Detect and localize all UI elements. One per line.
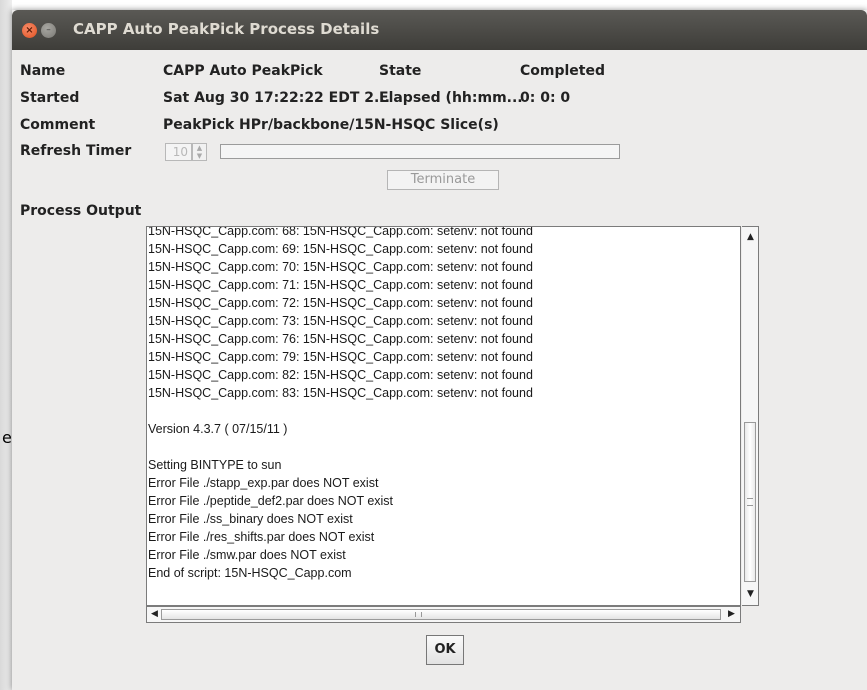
comment-label: Comment — [20, 117, 96, 133]
grip-icon — [747, 498, 753, 506]
horizontal-scroll-thumb[interactable] — [161, 609, 721, 620]
window-title: CAPP Auto PeakPick Process Details — [73, 20, 380, 38]
minimize-icon[interactable]: – — [41, 23, 56, 38]
spinner-buttons[interactable]: ▲ ▼ — [192, 143, 207, 161]
started-label: Started — [20, 90, 80, 106]
process-output-textarea[interactable]: 15N-HSQC_Capp.com: 68: 15N-HSQC_Capp.com… — [146, 226, 741, 606]
terminate-button[interactable]: Terminate — [387, 170, 499, 190]
refresh-progress-bar — [220, 144, 620, 159]
process-output-text: 15N-HSQC_Capp.com: 68: 15N-HSQC_Capp.com… — [148, 226, 533, 580]
name-value: CAPP Auto PeakPick — [163, 63, 323, 79]
comment-value: PeakPick HPr/backbone/15N-HSQC Slice(s) — [163, 117, 499, 133]
ok-button[interactable]: OK — [426, 635, 464, 665]
process-output-label: Process Output — [20, 203, 142, 219]
refresh-timer-spinner[interactable]: 10 — [165, 143, 192, 161]
scroll-left-icon[interactable]: ◀ — [147, 607, 162, 621]
vertical-scrollbar[interactable]: ▲ ▼ — [742, 226, 759, 606]
spinner-down-icon[interactable]: ▼ — [193, 152, 206, 160]
process-details-dialog: × – CAPP Auto PeakPick Process Details N… — [12, 10, 867, 690]
vertical-scroll-thumb[interactable] — [744, 422, 756, 582]
refresh-timer-label: Refresh Timer — [20, 143, 132, 159]
title-bar[interactable]: × – CAPP Auto PeakPick Process Details — [12, 10, 867, 50]
close-icon[interactable]: × — [22, 23, 37, 38]
state-label: State — [379, 63, 422, 79]
elapsed-label: Elapsed (hh:mm... — [379, 90, 523, 106]
state-value: Completed — [520, 63, 606, 79]
grip-icon — [415, 612, 422, 617]
background-window-text: e — [2, 428, 12, 447]
started-value: Sat Aug 30 17:22:22 EDT 2... — [163, 90, 390, 106]
name-label: Name — [20, 63, 66, 79]
background-window-edge — [0, 0, 12, 690]
horizontal-scrollbar[interactable]: ◀ ▶ — [146, 606, 741, 623]
scroll-right-icon[interactable]: ▶ — [724, 607, 739, 621]
scroll-up-icon[interactable]: ▲ — [743, 230, 758, 244]
spinner-up-icon[interactable]: ▲ — [193, 144, 206, 152]
scroll-down-icon[interactable]: ▼ — [743, 587, 758, 601]
elapsed-value: 0: 0: 0 — [520, 90, 571, 106]
